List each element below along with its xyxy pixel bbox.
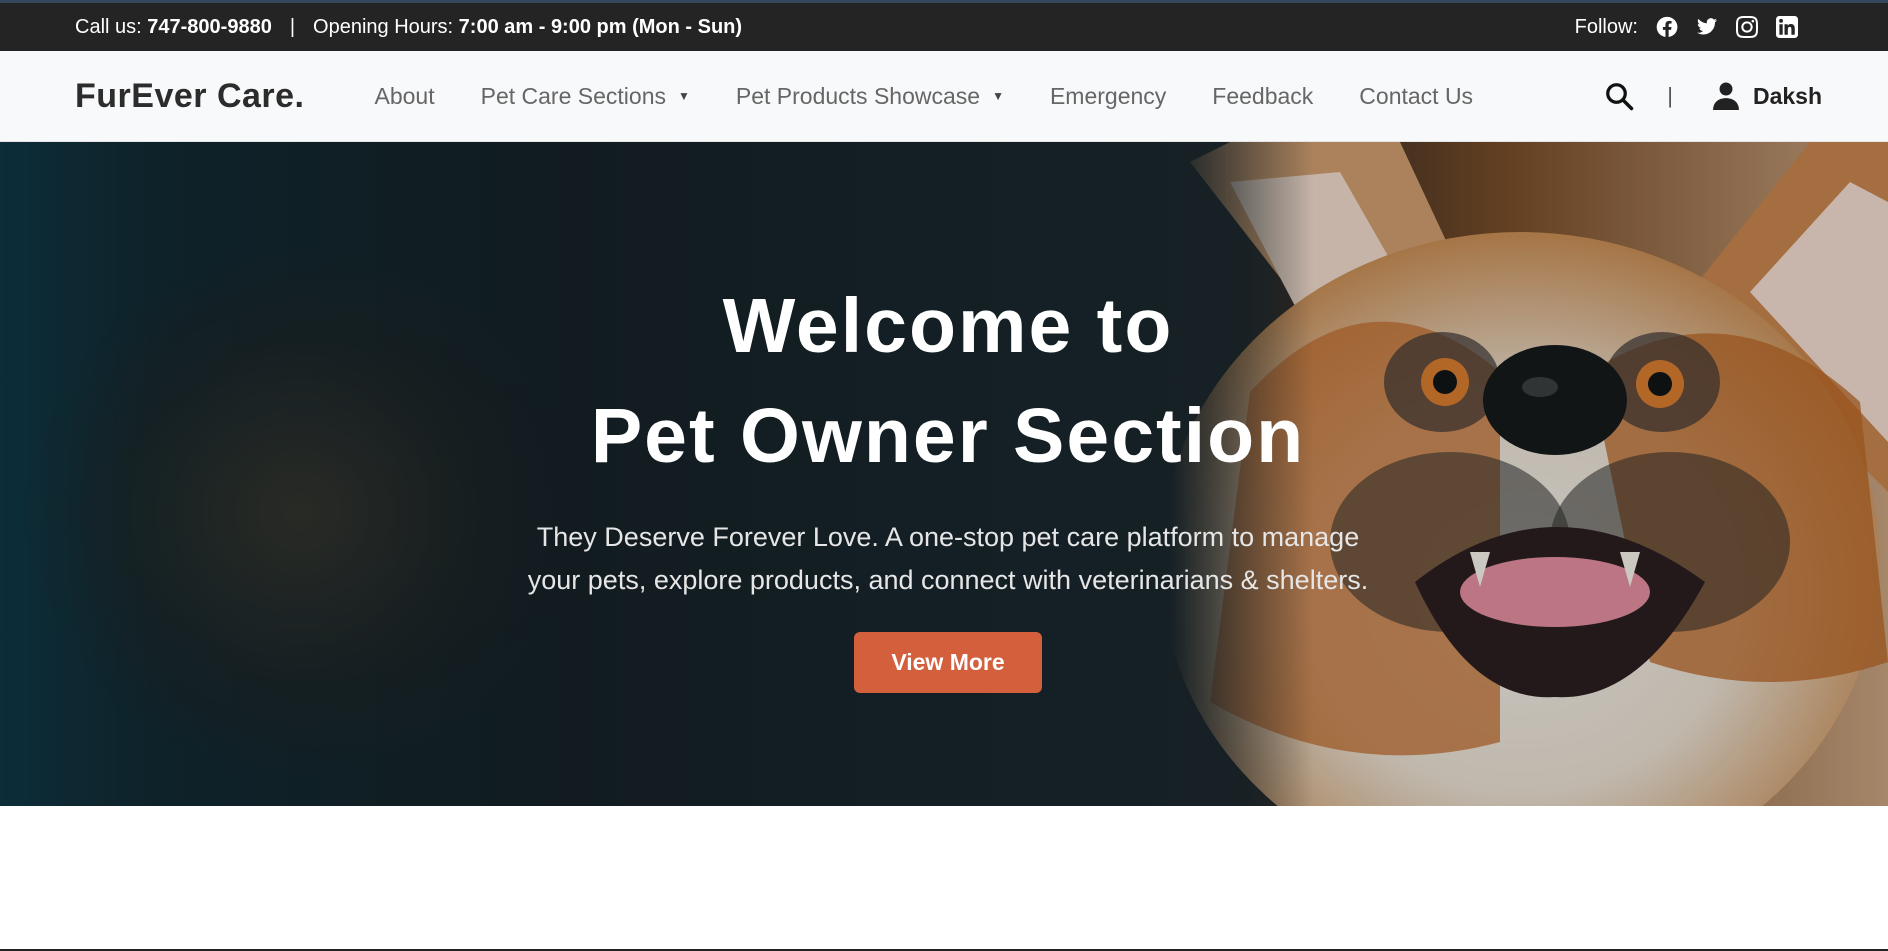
linkedin-icon[interactable] bbox=[1776, 16, 1798, 38]
hero-subtitle: They Deserve Forever Love. A one-stop pe… bbox=[0, 516, 1888, 602]
view-more-button[interactable]: View More bbox=[854, 632, 1042, 693]
hero-content: Welcome to Pet Owner Section They Deserv… bbox=[0, 142, 1888, 693]
nav-item-pet-care-sections[interactable]: Pet Care Sections ▼ bbox=[481, 83, 690, 110]
instagram-icon[interactable] bbox=[1736, 16, 1758, 38]
caret-down-icon: ▼ bbox=[677, 89, 690, 103]
search-icon[interactable] bbox=[1603, 80, 1635, 112]
facebook-icon[interactable] bbox=[1656, 16, 1678, 38]
caret-down-icon: ▼ bbox=[992, 89, 1004, 103]
nav-item-label: Emergency bbox=[1049, 82, 1167, 109]
nav-item-contact-us[interactable]: Contact Us bbox=[1359, 83, 1473, 110]
nav-item-label: About bbox=[374, 82, 435, 109]
hero-banner: Welcome to Pet Owner Section They Deserv… bbox=[0, 142, 1888, 806]
top-info-bar: Call us: 747-800-9880 | Opening Hours: 7… bbox=[0, 0, 1888, 51]
nav-item-label: Feedback bbox=[1212, 82, 1314, 109]
hours-label: Opening Hours: bbox=[313, 15, 454, 38]
hero-title-line1: Welcome to bbox=[722, 283, 1174, 369]
twitter-icon[interactable] bbox=[1696, 16, 1718, 38]
nav-item-about[interactable]: About bbox=[375, 83, 435, 110]
hero-subtitle-line2: your pets, explore products, and connect… bbox=[527, 565, 1369, 595]
brand-logo[interactable]: FurEver Care. bbox=[75, 77, 305, 116]
hero-title: Welcome to Pet Owner Section bbox=[0, 271, 1888, 491]
follow-label: Follow: bbox=[1574, 15, 1638, 38]
nav-links: About Pet Care Sections ▼ Pet Products S… bbox=[375, 83, 1604, 110]
hero-subtitle-line1: They Deserve Forever Love. A one-stop pe… bbox=[536, 522, 1360, 552]
call-label: Call us: bbox=[75, 15, 142, 38]
user-menu[interactable]: Daksh bbox=[1713, 82, 1822, 110]
hero-title-line2: Pet Owner Section bbox=[590, 393, 1306, 479]
social-links: Follow: bbox=[1575, 16, 1798, 39]
main-navbar: FurEver Care. About Pet Care Sections ▼ … bbox=[0, 51, 1888, 142]
nav-divider: | bbox=[1667, 83, 1673, 108]
nav-item-emergency[interactable]: Emergency bbox=[1050, 83, 1166, 110]
nav-item-pet-products-showcase[interactable]: Pet Products Showcase ▼ bbox=[736, 83, 1004, 110]
user-icon bbox=[1713, 82, 1739, 110]
phone-number[interactable]: 747-800-9880 bbox=[147, 16, 272, 39]
nav-actions: | Daksh bbox=[1603, 80, 1822, 112]
nav-item-feedback[interactable]: Feedback bbox=[1212, 83, 1313, 110]
nav-item-label: Pet Care Sections bbox=[480, 82, 666, 109]
contact-info: Call us: 747-800-9880 | Opening Hours: 7… bbox=[75, 16, 742, 39]
nav-item-label: Pet Products Showcase bbox=[735, 82, 981, 109]
opening-hours: 7:00 am - 9:00 pm (Mon - Sun) bbox=[458, 15, 743, 38]
user-name: Daksh bbox=[1752, 82, 1822, 109]
info-separator: | bbox=[289, 15, 296, 38]
nav-item-label: Contact Us bbox=[1359, 82, 1474, 109]
